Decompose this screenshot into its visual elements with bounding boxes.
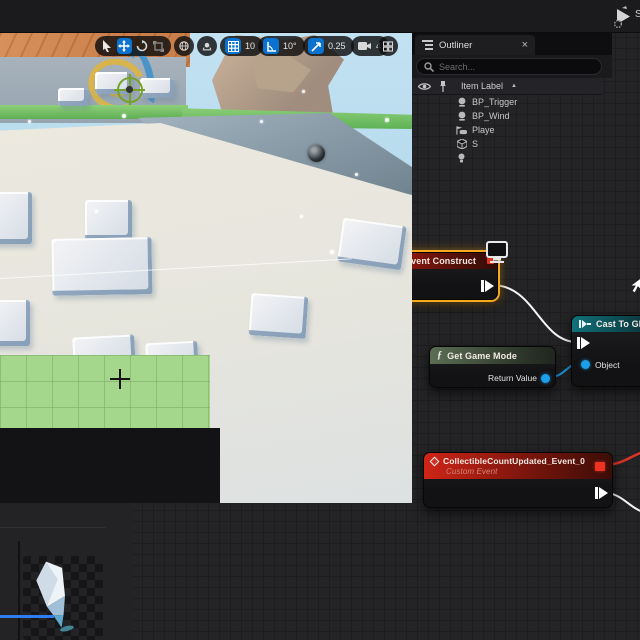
scene-wall-block <box>52 237 153 296</box>
object-pin-label: Object <box>595 360 620 370</box>
outliner-item[interactable]: Playe <box>412 123 602 137</box>
item-label: BP_Wind <box>472 111 510 121</box>
cast-icon <box>579 320 591 328</box>
outliner-item[interactable]: BP_Wind <box>412 109 602 123</box>
target-point-gizmo[interactable] <box>117 77 143 103</box>
scale-snap-value[interactable]: 0.25 <box>327 41 349 51</box>
node-title: Get Game Mode <box>447 351 517 361</box>
world-coordinate-button[interactable] <box>174 36 194 56</box>
exec-out-pin[interactable] <box>599 487 608 499</box>
return-value-label: Return Value <box>488 373 537 383</box>
outliner-search-row: Search... <box>412 55 612 78</box>
rotation-snap-value[interactable]: 10° <box>282 41 300 51</box>
mouse-cursor <box>629 276 640 294</box>
outliner-list-icon <box>422 40 433 50</box>
monitor-icon <box>484 240 510 264</box>
node-subtitle: Custom Event <box>446 467 497 476</box>
panel-divider <box>0 527 106 528</box>
surface-snapping-button[interactable] <box>197 36 217 56</box>
return-value-pin[interactable] <box>541 374 550 383</box>
visibility-eye-icon[interactable] <box>418 82 431 91</box>
rotation-snap-group[interactable]: 10° <box>258 36 305 56</box>
outliner-item[interactable] <box>412 151 602 165</box>
rotation-snap-icon[interactable] <box>263 38 279 54</box>
grid-snap-value[interactable]: 10 <box>244 41 258 51</box>
viewport-crosshair-cursor <box>110 369 130 389</box>
play-button[interactable] <box>613 5 633 29</box>
function-icon: ƒ <box>437 350 442 361</box>
sphere-gizmo[interactable] <box>308 145 325 162</box>
content-browser-panel <box>0 503 132 640</box>
node-collectible-count-updated[interactable]: CollectibleCountUpdated_Event_0 Custom E… <box>423 452 613 508</box>
object-pin[interactable] <box>581 360 590 369</box>
outliner-item[interactable]: S <box>412 137 602 151</box>
scene-wall-block <box>0 300 30 346</box>
scale-snap-icon[interactable] <box>308 38 324 54</box>
exec-in-pin[interactable] <box>581 337 590 349</box>
asset-thumbnail-crystal[interactable] <box>23 556 103 640</box>
scene-wall-block <box>337 218 407 270</box>
close-tab-button[interactable]: × <box>522 40 528 51</box>
scene-wall-block <box>140 78 174 98</box>
grid-snap-icon[interactable] <box>225 38 241 54</box>
node-cast-to-gm[interactable]: Cast To GM Object <box>571 315 640 387</box>
player-start-icon <box>456 125 467 136</box>
level-viewport[interactable]: 10 10° 0.25 4 <box>0 33 412 503</box>
scale-tool-button[interactable] <box>152 38 166 54</box>
scene-void <box>0 428 220 503</box>
outliner-column-header[interactable]: Item Label ▲ <box>412 78 602 95</box>
panel-divider <box>18 541 20 640</box>
search-input[interactable]: Search... <box>416 58 602 75</box>
grid-snap-group[interactable]: 10 <box>220 36 263 56</box>
scale-snap-group[interactable]: 0.25 <box>303 36 354 56</box>
scene-grass-strip <box>0 105 188 119</box>
transform-tools-group <box>95 36 171 56</box>
main-toolbar: S <box>0 0 640 33</box>
node-get-game-mode[interactable]: ƒ Get Game Mode Return Value <box>429 346 556 388</box>
node-title: CollectibleCountUpdated_Event_0 <box>443 456 585 466</box>
scene-wall-block <box>85 200 132 240</box>
blueprint-actor-icon <box>456 111 467 122</box>
search-placeholder: Search... <box>439 62 475 72</box>
tab-title: Outliner <box>439 40 472 51</box>
scene-wall-block <box>0 192 32 244</box>
search-icon <box>424 62 434 72</box>
outliner-item[interactable]: BP_Trigger <box>412 95 602 109</box>
pin-column-icon[interactable] <box>439 81 447 92</box>
item-label: Playe <box>472 125 495 135</box>
item-label-column[interactable]: Item Label <box>461 81 503 91</box>
unreal-editor-window: Event Construct Cast To GM Object ƒ Get … <box>0 0 640 640</box>
sort-indicator: ▲ <box>511 83 517 89</box>
light-icon <box>456 153 467 164</box>
event-icon <box>430 457 440 467</box>
rotate-tool-button[interactable] <box>135 38 149 54</box>
delegate-pin[interactable] <box>595 462 605 471</box>
exec-out-pin[interactable] <box>485 280 494 292</box>
camera-speed-icon[interactable] <box>356 38 372 54</box>
item-label: S <box>472 139 478 149</box>
outliner-panel: Outliner × Search... Item Label ▲ BP_Tri… <box>412 33 640 237</box>
static-mesh-icon <box>456 139 467 150</box>
blueprint-actor-icon <box>456 97 467 108</box>
outliner-item-list: BP_Trigger BP_Wind Playe S <box>412 95 602 165</box>
item-label: BP_Trigger <box>472 97 517 107</box>
select-tool-button[interactable] <box>100 38 114 54</box>
selected-asset-underline <box>0 615 54 618</box>
viewport-layout-button[interactable] <box>378 36 398 56</box>
tab-outliner[interactable]: Outliner × <box>415 35 535 55</box>
scene-wall-block <box>58 88 88 106</box>
scene-wall-block <box>249 293 309 339</box>
node-title: Event Construct <box>405 256 476 266</box>
move-tool-button[interactable] <box>117 38 131 54</box>
toolbar-partial-label: S <box>635 9 640 20</box>
node-title: Cast To GM <box>596 319 640 329</box>
